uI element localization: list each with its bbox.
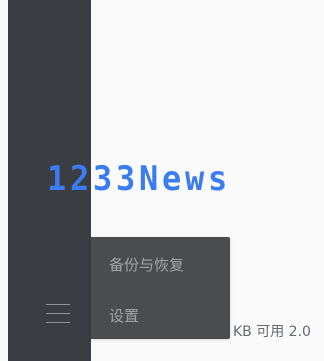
popup-menu: 备份与恢复 设置 — [91, 237, 230, 339]
watermark-text: 1233News — [47, 159, 232, 199]
menu-line — [46, 313, 70, 314]
hamburger-menu-icon[interactable] — [46, 302, 70, 324]
menu-line — [46, 304, 70, 305]
menu-item-backup-restore[interactable]: 备份与恢复 — [109, 254, 184, 275]
menu-item-settings[interactable]: 设置 — [109, 305, 139, 326]
storage-status-text: KB 可用 2.0 — [233, 324, 311, 340]
menu-line — [46, 322, 70, 323]
